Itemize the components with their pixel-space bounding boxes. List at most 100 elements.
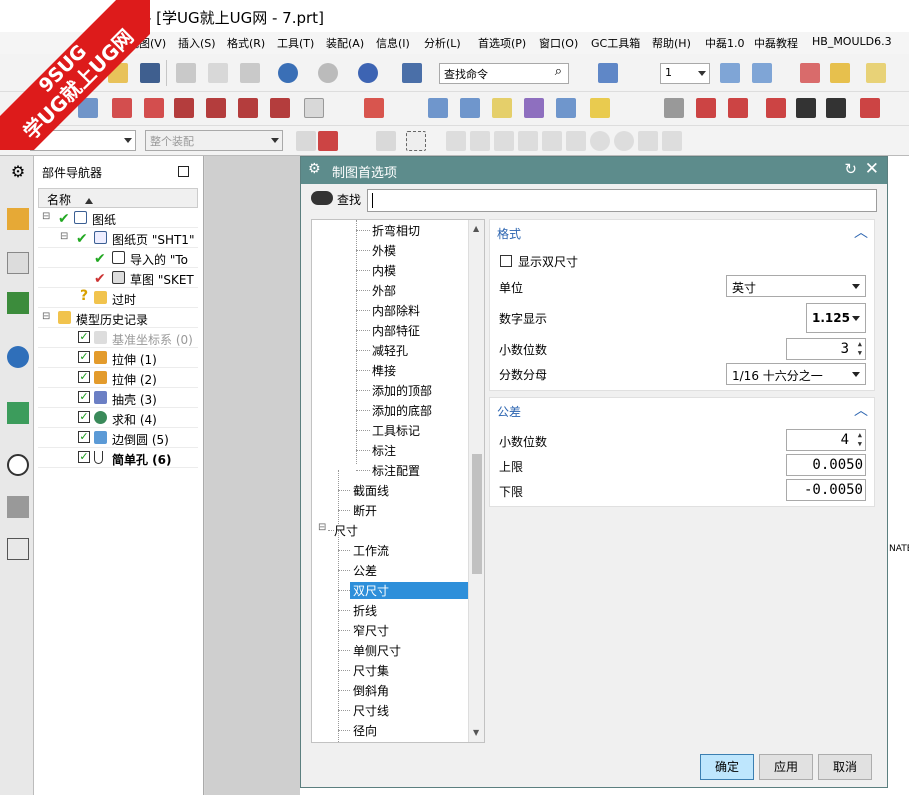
tree-item-annotation-config[interactable]: 标注配置 [312, 460, 470, 480]
tolerance-fit-icon[interactable] [796, 98, 816, 118]
redo-icon[interactable] [318, 63, 338, 83]
select-filter-icon[interactable] [318, 131, 338, 151]
menu-hb-mould[interactable]: HB_MOULD6.3 [812, 35, 892, 48]
tree-item-added-top[interactable]: 添加的顶部 [312, 380, 470, 400]
spin-icon[interactable]: ▲ ▼ [858, 431, 862, 449]
numeric-display-select[interactable]: 1.125 [806, 303, 866, 333]
menu-view[interactable]: 视图(V) [128, 35, 166, 51]
intersection-icon[interactable] [542, 131, 562, 151]
unit-select[interactable]: 英寸 [726, 275, 866, 297]
tree-item-annotation[interactable]: 标注 [312, 440, 470, 460]
tree-item-chamfer[interactable]: 倒斜角 [312, 680, 470, 700]
dim-chain-icon[interactable] [860, 98, 880, 118]
arc-center-icon[interactable] [566, 131, 586, 151]
menu-insert[interactable]: 插入(S) [178, 35, 216, 51]
undo-icon[interactable] [278, 63, 298, 83]
menu-analysis[interactable]: 分析(L) [424, 35, 461, 51]
part-navigator-icon[interactable] [7, 252, 29, 274]
tolerance-decimal-places-stepper[interactable]: 4 ▲ ▼ [786, 429, 866, 451]
tree-node-sketch[interactable]: ✔ 草图 "SKET [38, 268, 198, 288]
help-icon[interactable] [358, 63, 378, 83]
tree-item-outer-mold[interactable]: 外模 [312, 240, 470, 260]
format-section-header[interactable]: 格式 [497, 225, 521, 242]
menu-window[interactable]: 窗口(O) [539, 35, 578, 51]
tree-item-interior-cutout[interactable]: 内部除料 [312, 300, 470, 320]
parts-list-icon[interactable] [590, 98, 610, 118]
decimal-places-stepper[interactable]: 3 ▲ ▼ [786, 338, 866, 360]
offset-center-icon[interactable] [766, 98, 786, 118]
find-input[interactable] [367, 189, 877, 212]
area-fill-icon[interactable] [696, 98, 716, 118]
projected-view-icon[interactable] [144, 98, 164, 118]
tree-item-radial[interactable]: 径向 [312, 720, 470, 740]
new-sheet-icon[interactable] [78, 98, 98, 118]
tolerance-section-header[interactable]: 公差 [497, 403, 521, 420]
display-hide-icon[interactable] [830, 63, 850, 83]
base-view-icon[interactable] [112, 98, 132, 118]
info-icon[interactable] [402, 63, 422, 83]
upper-limit-input[interactable]: 0.0050 [786, 454, 866, 476]
move-to-layer-icon[interactable] [752, 63, 772, 83]
gear-icon[interactable]: ⚙ [7, 162, 29, 184]
open-icon[interactable] [108, 63, 128, 83]
point-on-curve-icon[interactable] [638, 131, 658, 151]
visibility-checkbox[interactable]: ✓ [78, 411, 90, 423]
tree-node-model-history[interactable]: ⊟ 模型历史记录 [38, 308, 198, 328]
break-view-icon[interactable] [238, 98, 258, 118]
tree-item-narrow-dimension[interactable]: 窄尺寸 [312, 620, 470, 640]
point-on-face-icon[interactable] [662, 131, 682, 151]
fcf-icon[interactable] [460, 98, 480, 118]
menu-zhonglei[interactable]: 中磊1.0 [705, 35, 745, 51]
tree-item-workflow[interactable]: 工作流 [312, 540, 470, 560]
tree-item-break[interactable]: 断开 [312, 500, 470, 520]
ok-button[interactable]: 确定 [700, 754, 754, 780]
tree-node-unite[interactable]: ✓ 求和 (4) [38, 408, 198, 428]
symbol-icon[interactable] [524, 98, 544, 118]
reuse-library-icon[interactable] [7, 292, 29, 314]
chevron-up-icon[interactable]: ︿ [854, 400, 868, 420]
fraction-denominator-select[interactable]: 1/16 十六分之一 [726, 363, 866, 385]
tree-node-shell[interactable]: ✓ 抽壳 (3) [38, 388, 198, 408]
tree-item-jog[interactable]: 折线 [312, 600, 470, 620]
tree-item-single-sided[interactable]: 单侧尺寸 [312, 640, 470, 660]
note-icon[interactable] [428, 98, 448, 118]
visibility-checkbox[interactable]: ✓ [78, 351, 90, 363]
visibility-checkbox[interactable]: ✓ [78, 331, 90, 343]
quadrant-icon[interactable] [590, 131, 610, 151]
type-filter-select[interactable] [30, 130, 136, 151]
reset-icon[interactable]: ↻ [844, 160, 857, 178]
menu-tools[interactable]: 工具(T) [277, 35, 314, 51]
tree-item-tool-marker[interactable]: 工具标记 [312, 420, 470, 440]
tree-item-section-line[interactable]: 截面线 [312, 480, 470, 500]
apply-button[interactable]: 应用 [759, 754, 813, 780]
paste-icon[interactable] [240, 63, 260, 83]
snap-icon[interactable] [296, 131, 316, 151]
menu-help[interactable]: 帮助(H) [652, 35, 691, 51]
collapse-icon[interactable]: ⊟ [42, 311, 50, 322]
search-command-input[interactable]: 查找命令 ⌕ [439, 63, 569, 84]
tree-item-bend-tangent[interactable]: 折弯相切 [312, 220, 470, 240]
tree-item-added-bottom[interactable]: 添加的底部 [312, 400, 470, 420]
tree-item-inner-mold[interactable]: 内模 [312, 260, 470, 280]
collapse-icon[interactable]: ⊟ [42, 211, 50, 222]
tree-item-lightening-hole[interactable]: 减轻孔 [312, 340, 470, 360]
collapse-icon[interactable]: ⊟ [60, 231, 68, 242]
tree-item-joggle[interactable]: 榫接 [312, 360, 470, 380]
update-views-icon[interactable] [304, 98, 324, 118]
edit-object-display-icon[interactable] [800, 63, 820, 83]
tree-item-dual-dimension[interactable]: 双尺寸 [312, 580, 470, 600]
tangent-icon[interactable] [614, 131, 634, 151]
menu-assembly[interactable]: 装配(A) [326, 35, 364, 51]
hatch-icon[interactable] [664, 98, 684, 118]
scroll-down-icon[interactable]: ▼ [473, 728, 479, 737]
layer-settings-icon[interactable] [720, 63, 740, 83]
tree-scrollbar[interactable]: ▲ ▼ [468, 220, 484, 742]
scroll-thumb[interactable] [472, 454, 482, 574]
visibility-checkbox[interactable]: ✓ [78, 391, 90, 403]
wcs-icon[interactable] [866, 63, 886, 83]
lower-limit-input[interactable]: -0.0050 [786, 479, 866, 501]
visibility-checkbox[interactable]: ✓ [78, 451, 90, 463]
visibility-checkbox[interactable]: ✓ [78, 371, 90, 383]
mid-point-icon[interactable] [494, 131, 514, 151]
system-materials-icon[interactable] [7, 496, 29, 518]
